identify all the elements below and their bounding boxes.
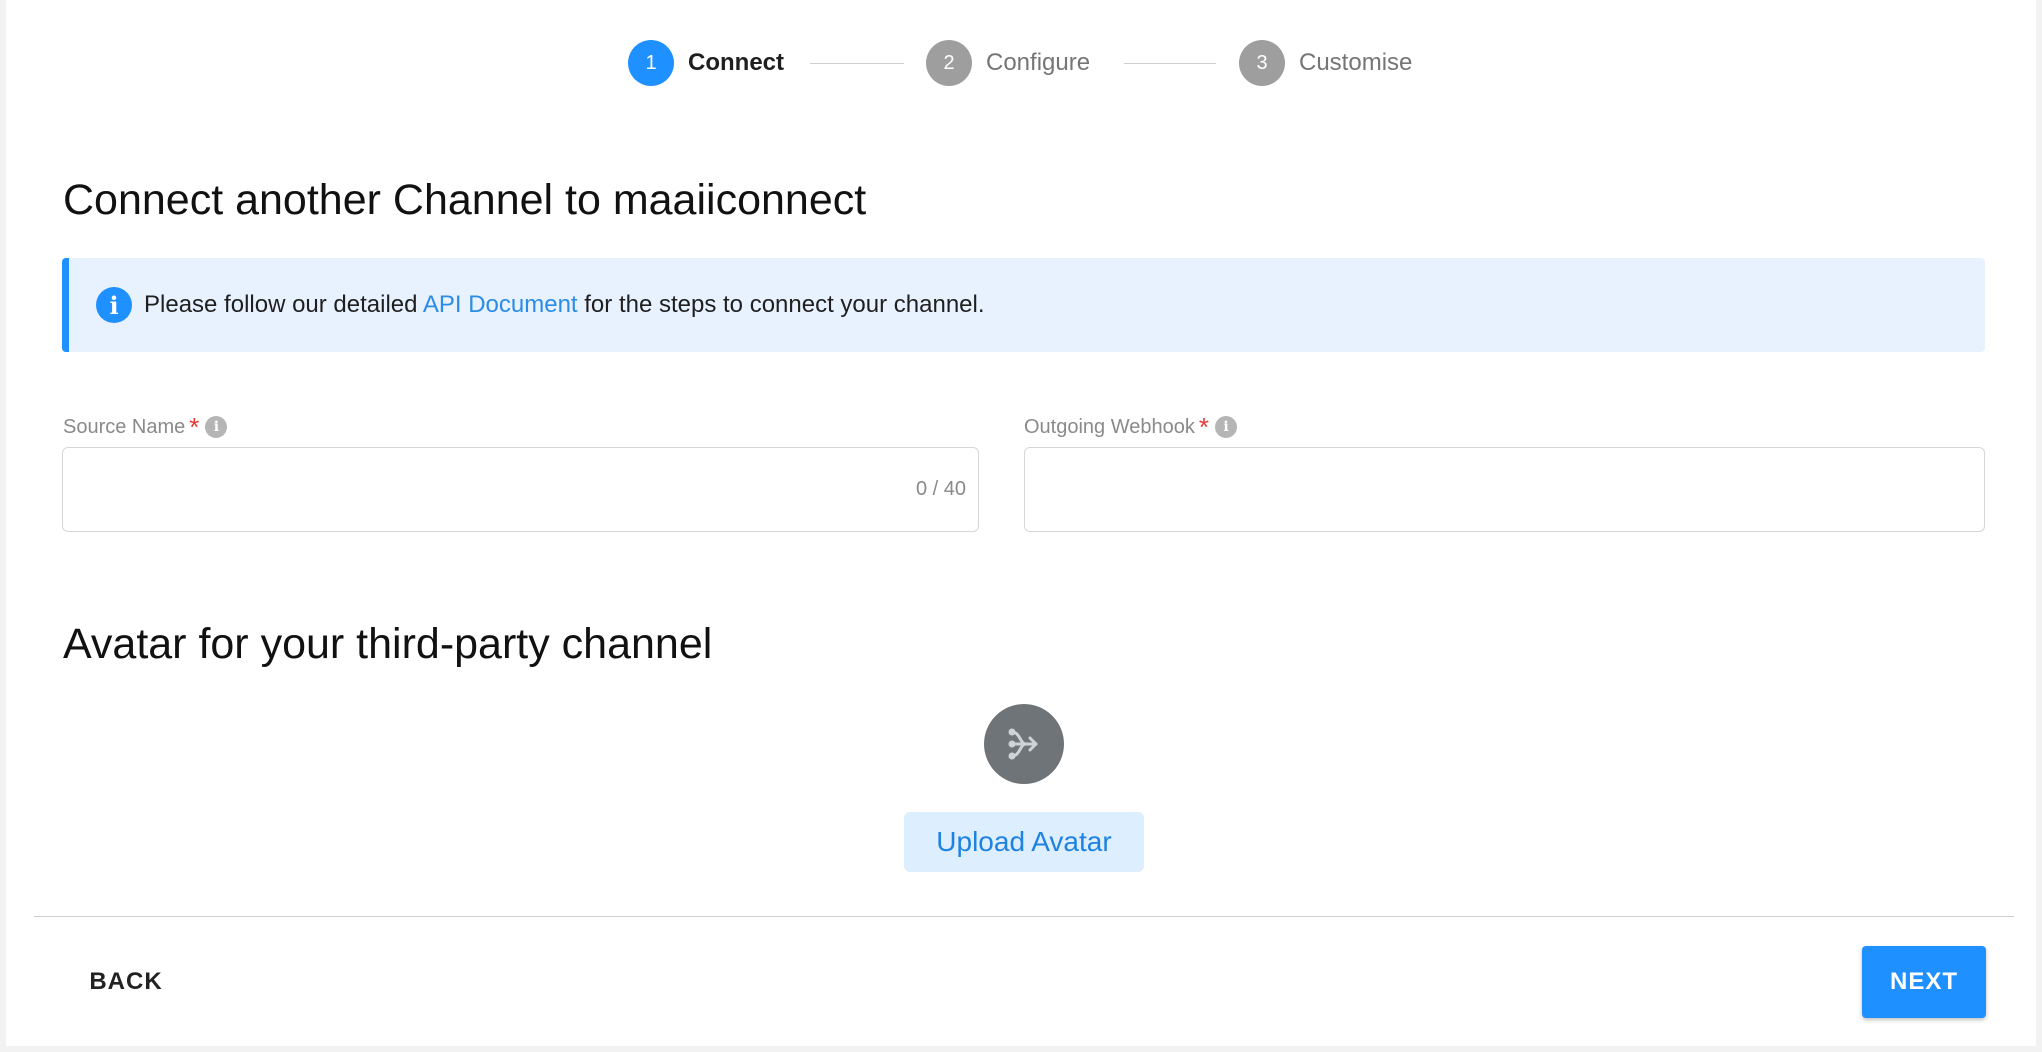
character-counter: 0 / 40 — [915, 478, 966, 500]
outgoing-webhook-label: Outgoing Webhook * i — [1024, 413, 1237, 441]
next-button[interactable]: NEXT — [1862, 946, 1986, 1018]
step-label: Connect — [688, 49, 784, 76]
api-document-link[interactable]: API Document — [423, 291, 578, 318]
info-text-after: for the steps to connect your channel. — [584, 291, 985, 318]
page-title: Connect another Channel to maaiiconnect — [63, 176, 867, 224]
step-connector — [810, 63, 904, 64]
stepper: 1 Connect 2 Configure 3 Customise — [6, 40, 2036, 86]
source-name-field-wrapper: 0 / 40 — [62, 447, 979, 532]
info-banner: i Please follow our detailed API Documen… — [62, 258, 1985, 352]
required-mark: * — [1198, 412, 1209, 442]
source-name-label-text: Source Name — [63, 415, 186, 438]
outgoing-webhook-input[interactable] — [1025, 448, 1984, 531]
info-text-before: Please follow our detailed — [144, 291, 418, 318]
connect-channel-panel: 1 Connect 2 Configure 3 Customise Connec… — [6, 0, 2036, 1046]
step-connector — [1124, 63, 1216, 64]
step-label: Configure — [986, 49, 1091, 76]
info-hint-icon[interactable]: i — [1214, 416, 1237, 438]
upload-avatar-button[interactable]: Upload Avatar — [904, 812, 1144, 872]
step-number: 2 — [926, 40, 972, 86]
avatar — [984, 704, 1064, 784]
required-mark: * — [189, 412, 200, 442]
outgoing-webhook-label-text: Outgoing Webhook — [1024, 415, 1195, 438]
step-connect[interactable]: 1 Connect — [628, 40, 784, 86]
step-label: Customise — [1299, 49, 1413, 76]
step-number: 3 — [1239, 40, 1285, 86]
source-name-input[interactable] — [63, 448, 978, 531]
info-hint-icon[interactable]: i — [205, 416, 228, 438]
info-icon: i — [96, 287, 132, 323]
source-name-label: Source Name * i — [63, 412, 228, 442]
back-button[interactable]: BACK — [68, 952, 184, 1012]
step-number: 1 — [628, 40, 674, 86]
outgoing-webhook-field-wrapper — [1024, 447, 1985, 532]
step-customise[interactable]: 3 Customise — [1239, 40, 1412, 86]
fork-arrow-icon — [1008, 728, 1038, 760]
info-text: Please follow our detailed API Document … — [144, 291, 985, 319]
footer-divider — [34, 916, 2014, 917]
step-configure[interactable]: 2 Configure — [926, 40, 1090, 86]
avatar-section-title: Avatar for your third-party channel — [63, 620, 713, 668]
